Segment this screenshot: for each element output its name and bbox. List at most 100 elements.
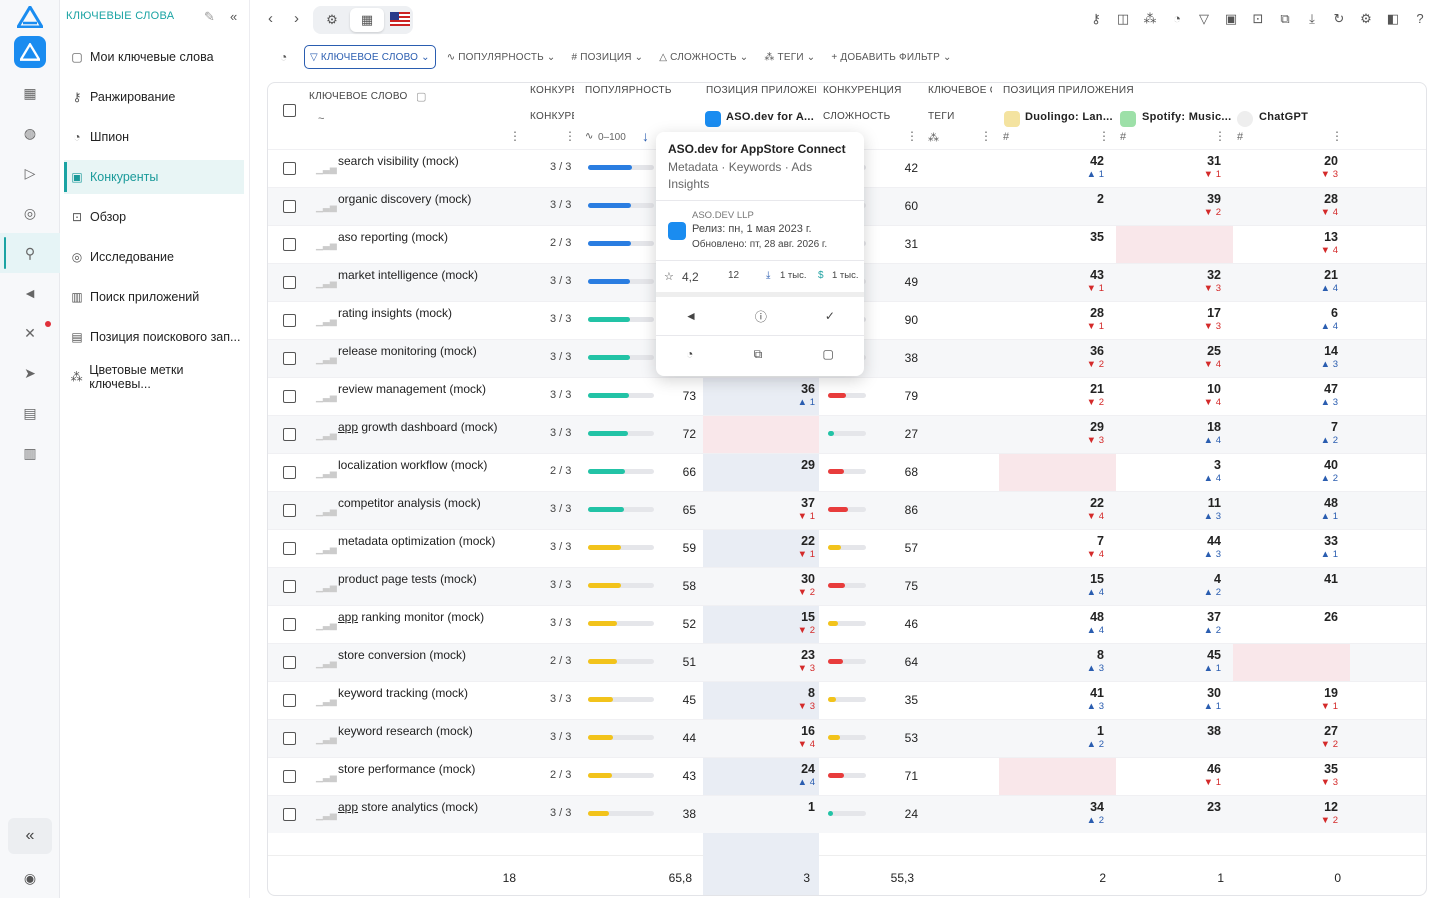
forward-icon[interactable]: › (294, 10, 299, 27)
keyword-text[interactable]: review management (mock) (338, 382, 486, 396)
filter-5[interactable]: + ДОБАВИТЬ ФИЛЬТР ⌄ (826, 46, 956, 68)
gear-icon[interactable]: ⚙ (1358, 10, 1374, 28)
table-row[interactable]: ▁▃▅ competitor analysis (mock) 3 / 3 65 3… (268, 491, 1426, 529)
info-icon[interactable]: ⓘ (755, 308, 767, 325)
table-row[interactable]: ▁▃▅ store conversion (mock) 2 / 3 51 23 ▼ … (268, 643, 1426, 682)
filter-3[interactable]: △ СЛОЖНОСТЬ ⌄ (654, 46, 753, 68)
spy-icon[interactable]: ◔ (1169, 10, 1185, 28)
difficulty-menu-icon[interactable]: ⋮ (906, 129, 918, 143)
report-icon[interactable]: ▤ (0, 393, 60, 433)
keyword-text[interactable]: store performance (mock) (338, 762, 475, 776)
competitors-menu-icon[interactable]: ⋮ (564, 129, 576, 143)
sidebar-item-3[interactable]: ▣ Конкуренты (64, 160, 244, 194)
col-app-position[interactable]: ПОЗИЦИЯ ПРИЛОЖЕНИЯ (706, 85, 816, 96)
columns-icon[interactable]: ▣ (1223, 10, 1239, 28)
col-keyword-c[interactable]: КЛЮЧЕВОЕ С (928, 85, 992, 96)
user-icon[interactable]: ◉ (0, 864, 60, 892)
table-row[interactable]: ▁▃▅ store performance (mock) 2 / 3 43 24 ▲… (268, 757, 1426, 796)
keywords-icon[interactable]: ⚲ (0, 233, 60, 273)
keyword-text[interactable]: store conversion (mock) (338, 648, 466, 662)
table-row[interactable]: ▁▃▅ keyword tracking (mock) 3 / 3 45 8 ▼ 3… (268, 681, 1426, 719)
panel-icon[interactable]: ◧ (1385, 10, 1401, 28)
keyword-text[interactable]: app ranking monitor (mock) (338, 610, 484, 624)
select-all-checkbox[interactable] (283, 104, 296, 117)
row-checkbox[interactable] (283, 808, 296, 821)
app-logo-icon[interactable] (17, 6, 43, 28)
filter-icon[interactable]: ▽ (1196, 10, 1212, 28)
tags-menu-icon[interactable]: ⋮ (980, 129, 992, 143)
megaphone-icon[interactable]: ◄ (685, 309, 697, 323)
keyword-text[interactable]: release monitoring (mock) (338, 344, 477, 358)
col-app-position-2[interactable]: ПОЗИЦИЯ ПРИЛОЖЕНИЯ (1003, 85, 1134, 96)
col-keyword[interactable]: КЛЮЧЕВОЕ СЛОВО (309, 91, 408, 102)
back-icon[interactable]: ‹ (268, 10, 273, 27)
sort-desc-icon[interactable]: ↓ (642, 128, 649, 144)
dashboard-icon[interactable]: ▦ (0, 73, 60, 113)
table-row[interactable]: ▁▃▅ localization workflow (mock) 2 / 3 6… (268, 453, 1426, 492)
keyword-text[interactable]: competitor analysis (mock) (338, 496, 481, 510)
copy-icon[interactable]: ⧉ (754, 347, 763, 362)
row-checkbox[interactable] (283, 276, 296, 289)
app2-name[interactable]: Duolingo: Lan... (1025, 111, 1115, 123)
spy-icon[interactable]: ◔ (686, 347, 693, 361)
sidebar-item-0[interactable]: ▢ Мои ключевые слова (64, 40, 244, 74)
filter-4[interactable]: ⁂ ТЕГИ ⌄ (759, 46, 820, 68)
row-checkbox[interactable] (283, 656, 296, 669)
check-circle-icon[interactable]: ✓ (825, 309, 835, 323)
sidebar-item-4[interactable]: ⊡ Обзор (64, 200, 244, 234)
row-checkbox[interactable] (283, 618, 296, 631)
app4-name[interactable]: ChatGPT (1259, 111, 1308, 123)
popover-developer[interactable]: ASO.DEV LLP (692, 210, 754, 221)
keyword-text[interactable]: keyword tracking (mock) (338, 686, 468, 700)
table-row[interactable]: ▁▃▅ metadata optimization (mock) 3 / 3 5… (268, 529, 1426, 567)
key-icon[interactable]: ⚷ (1088, 10, 1104, 28)
filter-0[interactable]: ▽ КЛЮЧЕВОЕ СЛОВО ⌄ (304, 45, 436, 69)
keyword-text[interactable]: metadata optimization (mock) (338, 534, 495, 548)
table-row[interactable]: ▁▃▅ app ranking monitor (mock) 3 / 3 52 1… (268, 605, 1426, 643)
app3-menu-icon[interactable]: ⋮ (1214, 129, 1226, 143)
scan-icon[interactable]: ⊡ (1250, 10, 1266, 28)
app1-name[interactable]: ASO.dev for A... (726, 111, 814, 123)
store-icon[interactable]: ▥ (0, 433, 60, 473)
keyword-text[interactable]: localization workflow (mock) (338, 458, 487, 472)
keyword-text[interactable]: aso reporting (mock) (338, 230, 448, 244)
sidebar-item-2[interactable]: ◔ Шпион (64, 120, 244, 154)
bookmark-icon[interactable]: ▢ (822, 347, 833, 361)
row-checkbox[interactable] (283, 732, 296, 745)
apple-icon[interactable]: ◍ (0, 113, 60, 153)
keyword-text[interactable]: app growth dashboard (mock) (338, 420, 497, 434)
keyword-text[interactable]: search visibility (mock) (338, 154, 459, 168)
keyword-text[interactable]: rating insights (mock) (338, 306, 452, 320)
target-icon[interactable]: ◎ (0, 193, 60, 233)
app4-menu-icon[interactable]: ⋮ (1331, 129, 1343, 143)
filter-1[interactable]: ∿ ПОПУЛЯРНОСТЬ ⌄ (442, 46, 561, 68)
tags-icon[interactable]: ⁂ (1142, 10, 1158, 28)
row-checkbox[interactable] (283, 466, 296, 479)
bookmark-icon[interactable]: ▢ (416, 90, 426, 103)
table-view-icon[interactable]: ▦ (350, 8, 384, 32)
row-checkbox[interactable] (283, 352, 296, 365)
sidebar-item-6[interactable]: ▥ Поиск приложений (64, 280, 244, 314)
row-checkbox[interactable] (283, 162, 296, 175)
row-checkbox[interactable] (283, 542, 296, 555)
refresh-icon[interactable]: ↻ (1331, 10, 1347, 28)
sidebar-item-5[interactable]: ◎ Исследование (64, 240, 244, 274)
tools-icon[interactable]: ✕ (0, 313, 60, 353)
sidebar-item-7[interactable]: ▤ Позиция поискового зап... (64, 320, 244, 354)
keyword-menu-icon[interactable]: ⋮ (509, 129, 521, 143)
row-checkbox[interactable] (283, 580, 296, 593)
col-popularity[interactable]: ПОПУЛЯРНОСТЬ (585, 85, 672, 96)
edit-box-icon[interactable]: ◫ (1115, 10, 1131, 28)
row-checkbox[interactable] (283, 428, 296, 441)
us-flag-icon[interactable] (390, 12, 410, 26)
keyword-text[interactable]: keyword research (mock) (338, 724, 473, 738)
send-icon[interactable]: ➤ (0, 353, 60, 393)
row-checkbox[interactable] (283, 200, 296, 213)
row-checkbox[interactable] (283, 238, 296, 251)
play-icon[interactable]: ▷ (0, 153, 60, 193)
app2-menu-icon[interactable]: ⋮ (1098, 129, 1110, 143)
megaphone-icon[interactable]: ◄ (0, 273, 60, 313)
table-row[interactable]: ▁▃▅ app store analytics (mock) 3 / 3 38 1… (268, 795, 1426, 833)
col-competitors[interactable]: КОНКУРЕНТ (530, 85, 574, 96)
table-row[interactable]: ▁▃▅ product page tests (mock) 3 / 3 58 30… (268, 567, 1426, 605)
